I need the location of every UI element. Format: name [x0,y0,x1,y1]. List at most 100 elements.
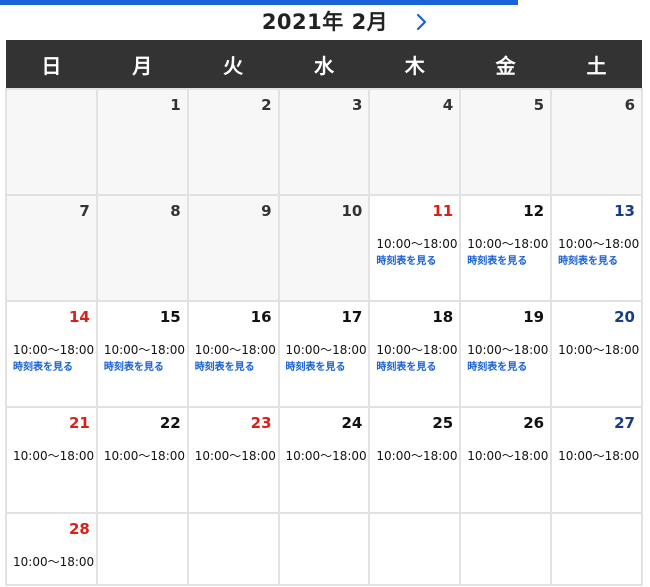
day-number: 4 [442,96,454,114]
calendar-day-cell: 9 [186,194,280,302]
opening-hours: 10:00～18:00 [13,449,95,463]
calendar-day-cell [95,512,189,586]
opening-hours: 10:00～18:00 [558,449,640,463]
calendar-day-cell[interactable]: 19 10:00～18:00 時刻表を見る [459,300,553,408]
opening-hours: 10:00～18:00 [376,237,458,251]
calendar-grid: 日 月 火 水 木 金 土 1 2 3 4 5 6 7 8 9 10 11 10:00～18:00 時刻… [5,40,643,586]
calendar-day-cell[interactable]: 27 10:00～18:00 [550,406,643,514]
weekday-header-row: 日 月 火 水 木 金 土 [6,40,642,89]
timetable-link[interactable]: 時刻表を見る [7,358,96,374]
calendar-day-cell: 4 [368,88,462,196]
calendar-day-cell[interactable]: 16 10:00～18:00 時刻表を見る [186,300,280,408]
calendar-day-cell: 6 [550,88,643,196]
timetable-link[interactable]: 時刻表を見る [552,252,641,268]
chevron-right-icon [416,13,427,31]
calendar-day-cell[interactable]: 13 10:00～18:00 時刻表を見る [550,194,643,302]
calendar-day-cell[interactable]: 25 10:00～18:00 [368,406,462,514]
opening-hours: 10:00～18:00 [103,449,186,463]
opening-hours: 10:00～18:00 [13,555,95,569]
day-number: 28 [68,520,90,538]
timetable-link[interactable]: 時刻表を見る [461,358,550,374]
day-number: 8 [170,202,181,220]
day-number: 6 [624,96,635,114]
day-number: 15 [159,308,181,326]
calendar-week-row: 7 8 9 10 11 10:00～18:00 時刻表を見る 12 10:00～18:00 時刻表… [5,194,643,302]
opening-hours: 10:00～18:00 [103,343,186,357]
day-number: 20 [614,308,635,326]
calendar-day-cell[interactable]: 21 10:00～18:00 [5,406,98,514]
day-number: 17 [341,308,363,326]
timetable-link[interactable]: 時刻表を見る [189,358,278,374]
day-number: 24 [341,414,363,432]
day-number: 27 [614,414,635,432]
calendar-day-cell: 3 [277,88,371,196]
day-number: 7 [79,202,90,220]
day-number: 1 [170,96,181,114]
day-number: 11 [432,202,454,220]
timetable-link[interactable]: 時刻表を見る [370,358,459,374]
calendar-day-cell[interactable]: 26 10:00～18:00 [459,406,553,514]
calendar-week-row: 21 10:00～18:00 22 10:00～18:00 23 10:00～18:00 2… [5,406,643,514]
calendar-day-cell [186,512,280,586]
calendar-day-cell[interactable]: 17 10:00～18:00 時刻表を見る [277,300,371,408]
calendar-day-cell[interactable]: 15 10:00～18:00 時刻表を見る [95,300,189,408]
day-number: 13 [614,202,635,220]
calendar-day-cell [277,512,371,586]
calendar-day-cell[interactable]: 12 10:00～18:00 時刻表を見る [459,194,553,302]
opening-hours: 10:00～18:00 [376,449,458,463]
weekday-sun: 日 [6,40,97,89]
weekday-tue: 火 [187,40,279,89]
calendar-day-cell: 8 [95,194,189,302]
day-number: 12 [523,202,545,220]
day-number: 23 [250,414,272,432]
weekday-wed: 水 [278,40,370,89]
calendar-day-cell[interactable]: 14 10:00～18:00 時刻表を見る [5,300,98,408]
opening-hours: 10:00～18:00 [558,237,640,251]
calendar-day-cell[interactable]: 22 10:00～18:00 [95,406,189,514]
calendar-day-cell [459,512,553,586]
calendar-day-cell[interactable]: 24 10:00～18:00 [277,406,371,514]
day-number: 21 [68,414,90,432]
calendar-day-cell[interactable]: 23 10:00～18:00 [186,406,280,514]
day-number: 2 [261,96,272,114]
timetable-link[interactable]: 時刻表を見る [461,252,550,268]
opening-hours: 10:00～18:00 [285,343,367,357]
calendar-day-cell[interactable]: 20 10:00～18:00 [550,300,643,408]
day-number: 19 [523,308,545,326]
opening-hours: 10:00～18:00 [376,343,458,357]
calendar-day-cell [550,512,643,586]
calendar-day-cell[interactable]: 11 10:00～18:00 時刻表を見る [368,194,462,302]
timetable-link[interactable]: 時刻表を見る [280,358,369,374]
opening-hours: 10:00～18:00 [285,449,367,463]
day-number: 26 [523,414,545,432]
calendar-day-cell[interactable]: 18 10:00～18:00 時刻表を見る [368,300,462,408]
day-number: 5 [533,96,545,114]
day-number: 18 [432,308,454,326]
opening-hours: 10:00～18:00 [467,237,549,251]
month-header: 2021年 2月 [0,5,650,37]
day-number: 3 [351,96,363,114]
next-month-button[interactable] [412,10,432,34]
opening-hours: 10:00～18:00 [194,343,276,357]
timetable-link[interactable]: 時刻表を見る [98,358,187,374]
calendar-week-row: 14 10:00～18:00 時刻表を見る 15 10:00～18:00 時刻表を見る 16… [5,300,643,408]
calendar-day-cell: 5 [459,88,553,196]
opening-hours: 10:00～18:00 [558,343,640,357]
month-title: 2021年 2月 [261,10,389,34]
opening-hours: 10:00～18:00 [467,449,549,463]
weekday-thu: 木 [369,40,461,89]
weekday-fri: 金 [460,40,552,89]
calendar-week-row: 1 2 3 4 5 6 [5,88,643,196]
opening-hours: 10:00～18:00 [194,449,276,463]
timetable-link[interactable]: 時刻表を見る [370,252,459,268]
calendar-day-cell [5,88,98,196]
opening-hours: 10:00～18:00 [467,343,549,357]
calendar-week-row: 28 10:00～18:00 [5,512,643,586]
day-number: 16 [250,308,272,326]
calendar-day-cell: 10 [277,194,371,302]
weekday-mon: 月 [96,40,188,89]
calendar-day-cell [368,512,462,586]
day-number: 22 [159,414,181,432]
day-number: 14 [68,308,90,326]
calendar-day-cell[interactable]: 28 10:00～18:00 [5,512,98,586]
